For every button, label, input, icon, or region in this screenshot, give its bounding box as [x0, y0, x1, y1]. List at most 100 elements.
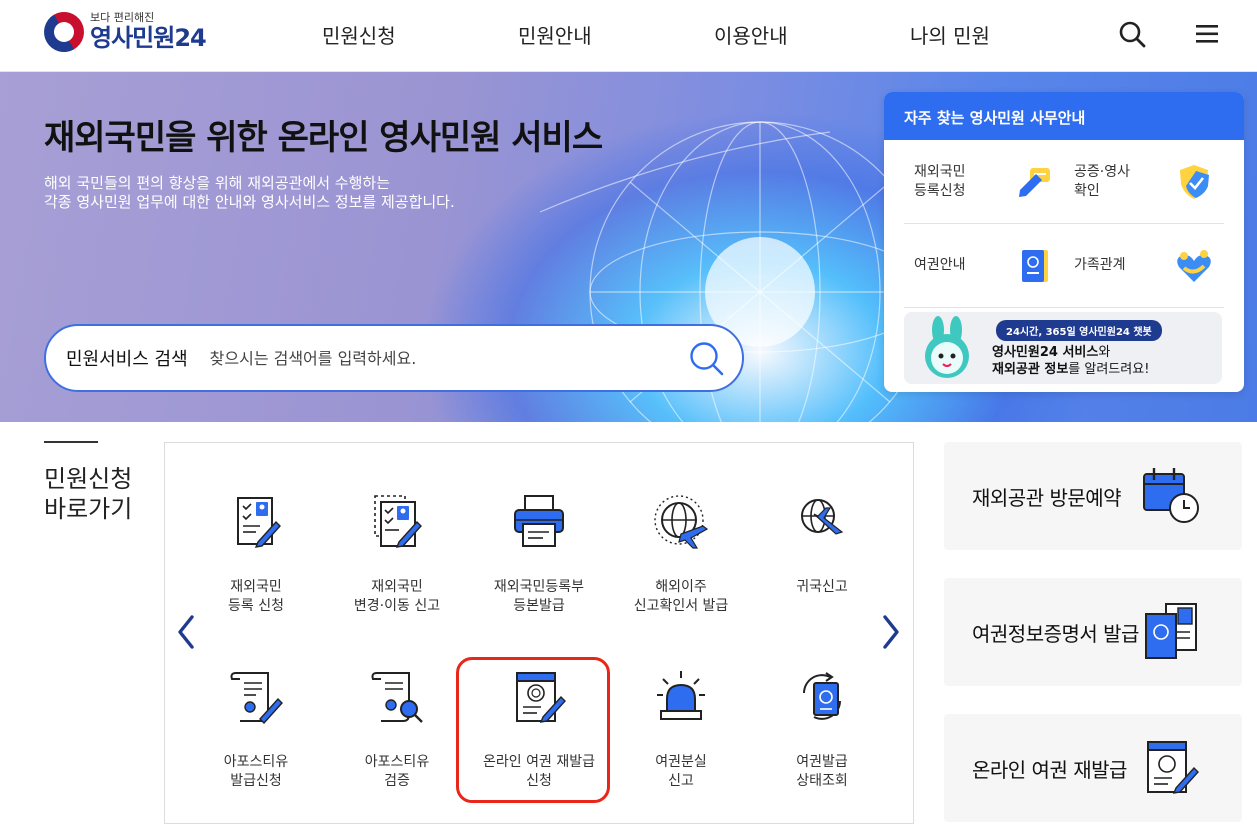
scroll-pen-icon	[230, 672, 283, 725]
service-label: 해외이주신고확인서 발급	[621, 578, 741, 616]
nav-usage[interactable]: 이용안내	[714, 20, 910, 49]
rabbit-mascot-icon	[925, 316, 969, 378]
card-passport-info-certificate[interactable]: 여권정보증명서 발급	[944, 578, 1242, 686]
passport-form-pen-icon	[1147, 741, 1199, 794]
service-change-report[interactable]: 재외국민변경·이동 신고	[337, 494, 457, 616]
section-divider	[44, 441, 98, 443]
panel-title: 자주 찾는 영사민원 사무안내	[884, 92, 1244, 140]
chatbot-banner[interactable]: 24시간, 365일 영사민원24 챗봇 영사민원24 서비스와 재외공관 정보…	[904, 312, 1222, 384]
service-label-line2: 등록 신청	[228, 598, 284, 614]
service-label: 아포스티유발급신청	[196, 753, 316, 791]
chatbot-line1-rest: 와	[1098, 345, 1111, 360]
chatbot-badge: 24시간, 365일 영사민원24 챗봇	[996, 320, 1162, 341]
family-heart-icon	[1177, 249, 1211, 282]
taegeuk-logo-icon	[36, 4, 92, 60]
menu-icon[interactable]	[1194, 20, 1222, 48]
chatbot-line2-bold: 재외공관 정보	[992, 362, 1069, 377]
chatbot-line2-rest: 를 알려드려요!	[1068, 362, 1150, 377]
service-apostille-verify[interactable]: 아포스티유검증	[337, 669, 457, 791]
hero-description: 해외 국민들의 편의 향상을 위해 재외공관에서 수행하는 각종 영사민원 업무…	[44, 174, 455, 212]
highlight-box	[456, 657, 610, 803]
frequent-services-panel: 자주 찾는 영사민원 사무안내 재외국민 등록신청 공증·영사 확인 여권안내 …	[884, 92, 1244, 392]
quick-item-line2: 등록신청	[914, 182, 966, 199]
quick-item-family[interactable]: 가족관계	[1064, 224, 1224, 307]
service-label-line1: 여권발급	[796, 754, 848, 770]
chatbot-text: 영사민원24 서비스와 재외공관 정보를 알려드려요!	[992, 344, 1149, 378]
service-passport-status[interactable]: 여권발급상태조회	[762, 669, 882, 791]
nav-guide[interactable]: 민원안내	[518, 20, 714, 49]
quick-item-line1: 공증·영사	[1074, 163, 1130, 180]
card-label: 재외공관 방문예약	[972, 485, 1122, 510]
service-label: 아포스티유검증	[337, 753, 457, 791]
service-label: 재외국민등록 신청	[196, 578, 316, 616]
service-label-line2: 발급신청	[230, 773, 282, 789]
quick-item-line1: 재외국민	[914, 163, 966, 180]
service-label-line2: 검증	[384, 773, 410, 789]
service-label-line2: 신고	[668, 773, 694, 789]
pen-chat-icon	[1019, 167, 1050, 197]
nav-my-requests[interactable]: 나의 민원	[910, 20, 1106, 49]
service-label: 재외국민등록부등본발급	[479, 578, 599, 616]
service-label-line1: 아포스티유	[223, 754, 289, 770]
hero-desc-line1: 해외 국민들의 편의 향상을 위해 재외공관에서 수행하는	[44, 174, 391, 192]
service-label-line2: 상태조회	[796, 773, 848, 789]
passport-certificate-icon	[1145, 603, 1197, 659]
shield-check-icon	[1180, 164, 1209, 199]
search-submit-icon[interactable]	[688, 340, 726, 378]
hero-desc-line2: 각종 영사민원 업무에 대한 안내와 영사서비스 정보를 제공합니다.	[44, 193, 455, 211]
chatbot-line1-bold: 영사민원24 서비스	[992, 345, 1099, 360]
globe-return-plane-icon	[801, 499, 844, 535]
passport-icon	[1022, 249, 1048, 282]
service-label-line2: 변경·이동 신고	[353, 598, 441, 614]
service-label: 여권분실신고	[621, 753, 741, 791]
service-label: 재외국민변경·이동 신고	[337, 578, 457, 616]
search-input[interactable]	[209, 348, 650, 368]
service-label-line1: 재외국민등록부	[493, 579, 585, 595]
quick-item-label: 여권안내	[914, 257, 966, 273]
service-label: 귀국신고	[796, 579, 848, 595]
service-label-line2: 신고확인서 발급	[633, 598, 729, 614]
quick-item-label: 공증·영사확인	[1074, 163, 1130, 201]
service-emigration[interactable]: 해외이주신고확인서 발급	[621, 494, 741, 616]
logo-title: 영사민원24	[90, 24, 207, 52]
service-return-report[interactable]: 귀국신고	[762, 494, 882, 597]
next-arrow-icon[interactable]	[881, 614, 901, 650]
globe-plane-icon	[654, 495, 709, 549]
section-title-line1: 민원신청	[44, 465, 133, 493]
service-passport-loss[interactable]: 여권분실신고	[621, 669, 741, 791]
quick-item-line2: 확인	[1074, 182, 1100, 199]
service-search-bar: 민원서비스 검색	[44, 324, 744, 392]
quick-item-notarization[interactable]: 공증·영사확인	[1064, 140, 1224, 223]
service-label-line1: 여권분실	[655, 754, 707, 770]
card-online-passport-reissue[interactable]: 온라인 여권 재발급	[944, 714, 1242, 822]
scroll-search-icon	[371, 672, 423, 723]
service-register-copy[interactable]: 재외국민등록부등본발급	[479, 494, 599, 616]
card-consulate-visit-reservation[interactable]: 재외공관 방문예약	[944, 442, 1242, 550]
search-icon[interactable]	[1118, 20, 1146, 48]
service-label: 여권발급상태조회	[762, 753, 882, 791]
site-logo[interactable]: 보다 편리해진 영사민원24	[36, 4, 207, 60]
quick-item-registration[interactable]: 재외국민등록신청	[904, 140, 1064, 223]
quick-item-passport[interactable]: 여권안내	[904, 224, 1064, 307]
document-pen-icon	[237, 497, 281, 548]
service-label-line1: 아포스티유	[364, 754, 430, 770]
alarm-siren-icon	[657, 671, 705, 720]
logo-subtitle: 보다 편리해진	[90, 11, 155, 24]
service-label-line2: 등본발급	[513, 598, 565, 614]
calendar-clock-icon	[1143, 468, 1199, 523]
service-label-line1: 재외국민	[371, 579, 423, 595]
quick-item-label: 가족관계	[1074, 257, 1126, 273]
prev-arrow-icon[interactable]	[176, 614, 196, 650]
nav-apply[interactable]: 민원신청	[322, 20, 518, 49]
card-label: 여권정보증명서 발급	[972, 621, 1139, 646]
service-label-line1: 재외국민	[230, 579, 282, 595]
service-apostille-issue[interactable]: 아포스티유발급신청	[196, 669, 316, 791]
service-label-line1: 해외이주	[655, 579, 707, 595]
service-registration[interactable]: 재외국민등록 신청	[196, 494, 316, 616]
hero-title: 재외국민을 위한 온라인 영사민원 서비스	[44, 118, 603, 158]
printer-icon	[514, 495, 564, 547]
passport-refresh-icon	[803, 672, 841, 720]
main-nav: 민원신청 민원안내 이용안내 나의 민원	[322, 20, 1106, 49]
card-label: 온라인 여권 재발급	[972, 757, 1127, 782]
document-edit-icon	[374, 495, 422, 548]
